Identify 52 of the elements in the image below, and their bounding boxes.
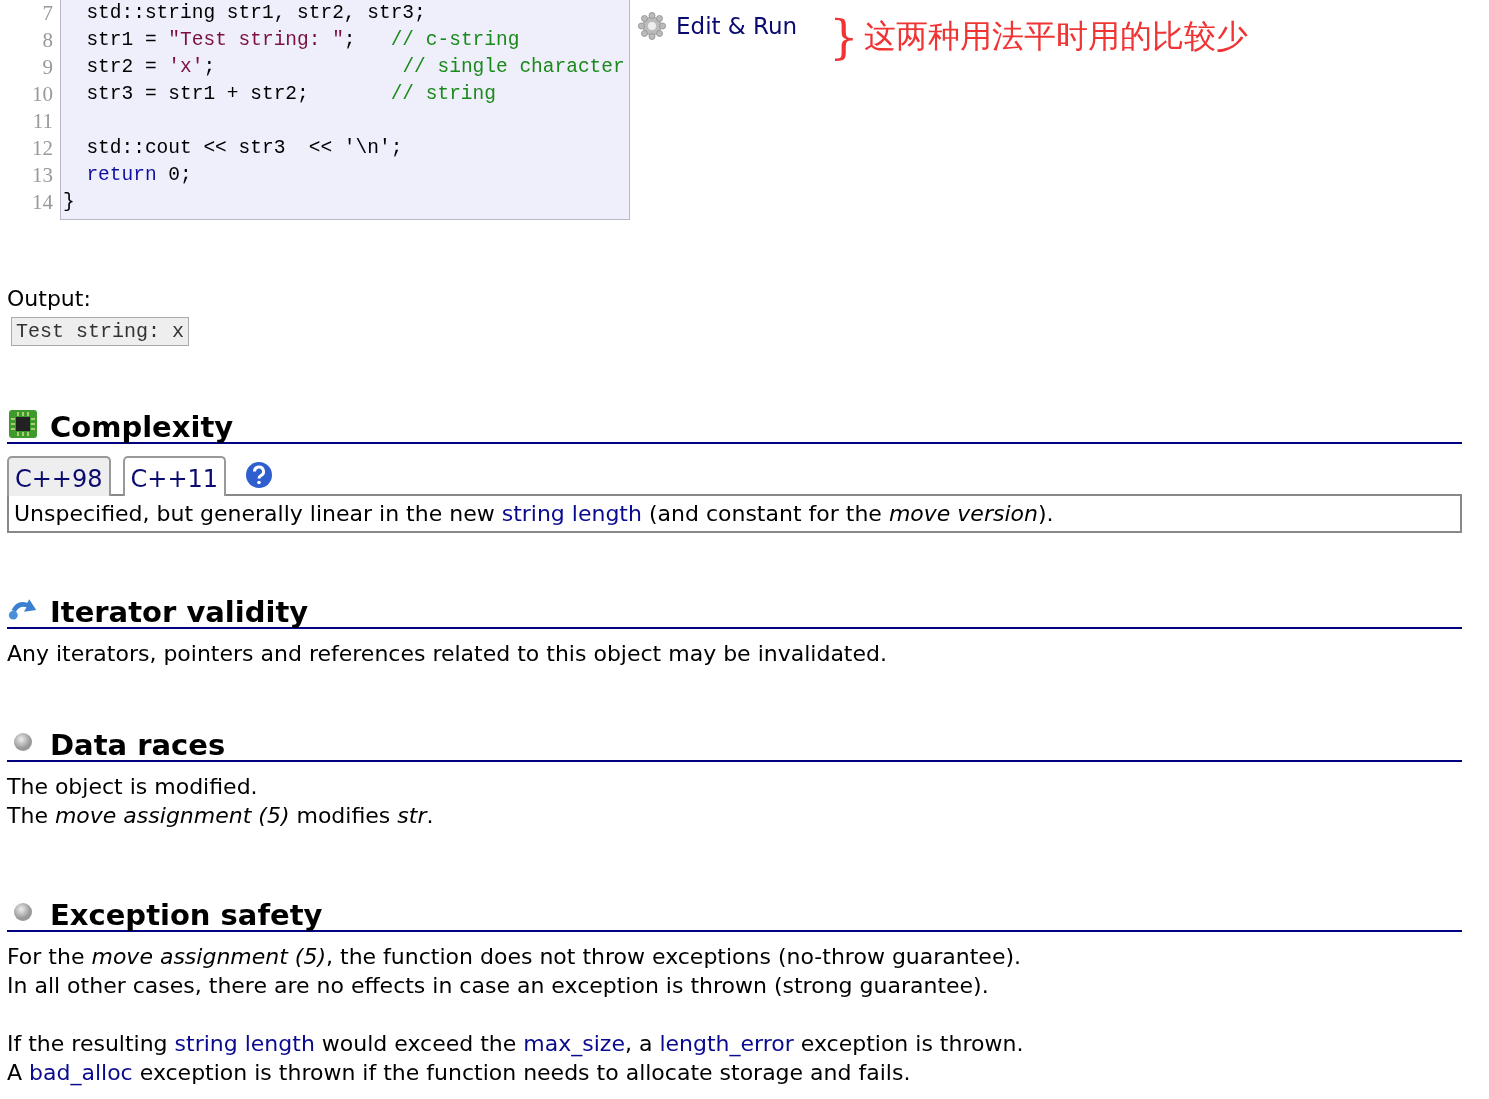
- brace: }: [829, 14, 859, 60]
- code-token: return: [85, 164, 157, 186]
- text-line: The object is modified.: [7, 773, 259, 801]
- code-token: ;: [203, 56, 217, 78]
- text-line: Unspecified, but generally linear in the new string length (and constant for the move version).: [14, 500, 1055, 528]
- code-token: // single character: [402, 56, 625, 78]
- line-number: 7: [41, 0, 53, 27]
- tab[interactable]: C++98: [7, 456, 111, 496]
- text-line: Any iterators, pointers and references related to this object may be invalidated.: [7, 640, 888, 668]
- code-token: 'x': [168, 56, 204, 78]
- text-line: The move assignment (5) modifies str.: [7, 802, 435, 830]
- link[interactable]: string length: [501, 501, 642, 526]
- line-number: 9: [41, 54, 53, 81]
- line-number: 11: [31, 108, 53, 135]
- output-box: Test string: x: [11, 317, 190, 346]
- code-token: str2 =: [85, 56, 158, 78]
- link[interactable]: bad_alloc: [29, 1060, 133, 1085]
- code-token: // c-string: [390, 29, 520, 51]
- code-token: // string: [390, 83, 496, 105]
- gear-icon: [638, 12, 666, 40]
- tab[interactable]: C++11: [122, 456, 227, 496]
- chip-icon: [8, 409, 38, 439]
- line-number: 12: [31, 135, 53, 162]
- text-line: A bad_alloc exception is thrown if the function needs to allocate storage and fails.: [7, 1059, 912, 1087]
- help-icon[interactable]: [244, 460, 275, 490]
- link[interactable]: length_error: [659, 1031, 794, 1056]
- section-heading: Exception safety: [50, 897, 323, 933]
- line-number: 14: [31, 189, 53, 216]
- link[interactable]: string length: [174, 1031, 315, 1056]
- line-number: 13: [31, 162, 53, 189]
- text-line: If the resulting string length would exceed the max_size, a length_error exception is thrown.: [7, 1030, 1025, 1058]
- output-label: Output:: [7, 285, 92, 313]
- code-token: str3 = str1 + str2;: [85, 83, 310, 105]
- text-line: For the move assignment (5), the function does not throw exceptions (no-throw guarantee).: [7, 943, 1022, 971]
- link[interactable]: max_size: [523, 1031, 625, 1056]
- text-line: In all other cases, there are no effects in case an exception is thrown (strong guarantee).: [7, 972, 990, 1000]
- section-heading: Data races: [50, 727, 226, 763]
- code-token: str1 =: [85, 29, 158, 51]
- code-token: "Test string: ": [168, 29, 344, 51]
- code-token: std::cout << str3 << '\n';: [85, 137, 403, 159]
- annotation-text: 这两种用法平时用的比较少: [864, 16, 1249, 57]
- code-token: ;: [343, 29, 357, 51]
- code-token: 0;: [167, 164, 192, 186]
- line-number: 10: [31, 81, 53, 108]
- edit-run-link[interactable]: Edit & Run: [638, 12, 798, 40]
- code-token: std::string str1, str2, str3;: [85, 2, 426, 24]
- section-heading: Iterator validity: [50, 594, 309, 630]
- section-heading: Complexity: [50, 409, 234, 445]
- code-token: }: [63, 191, 75, 213]
- bullet-icon: [12, 731, 34, 753]
- line-number: 8: [41, 27, 53, 54]
- bullet-icon: [12, 901, 34, 923]
